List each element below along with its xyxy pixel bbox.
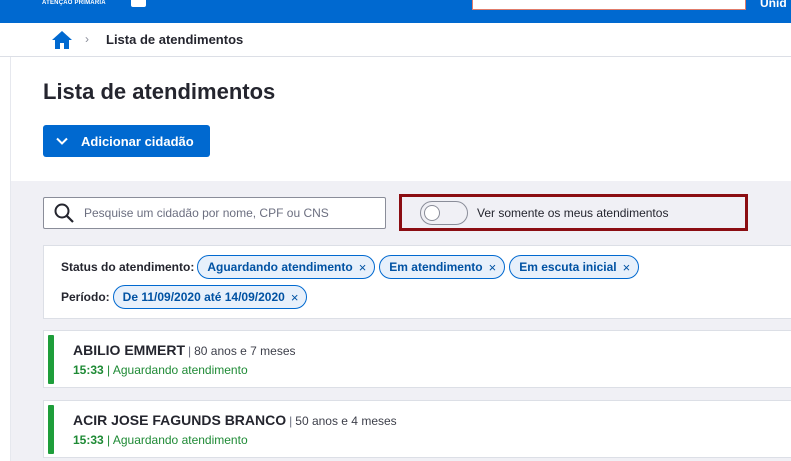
arrival-time: 15:33 [73, 363, 104, 377]
menu-icon[interactable] [131, 0, 146, 7]
home-icon[interactable] [51, 30, 73, 50]
period-filter-label: Período: [61, 290, 110, 304]
patient-status: Aguardando atendimento [112, 363, 248, 377]
active-filters: Status do atendimento: Aguardando atendi… [43, 245, 791, 319]
unit-label[interactable]: Unid [760, 0, 787, 10]
filter-chip-initial-listening: Em escuta inicial × [509, 255, 640, 279]
patient-status-line: 15:33 | Aguardando atendimento [73, 433, 248, 447]
my-appointments-toggle[interactable] [420, 200, 468, 225]
chip-label: Em atendimento [389, 260, 483, 274]
toggle-label[interactable]: Ver somente os meus atendimentos [477, 206, 668, 220]
citizen-search[interactable] [43, 197, 386, 229]
close-icon[interactable]: × [489, 260, 497, 275]
patient-status: Aguardando atendimento [112, 433, 248, 447]
breadcrumb-current: Lista de atendimentos [106, 32, 244, 47]
toggle-knob [424, 204, 440, 221]
content-area: Ver somente os meus atendimentos Status … [10, 181, 791, 461]
patient-age: 80 anos e 7 meses [194, 344, 296, 358]
chip-label: De 11/09/2020 até 14/09/2020 [122, 290, 285, 304]
global-search-input[interactable] [472, 0, 746, 10]
brand-subtitle: ATENÇÃO PRIMÁRIA [42, 0, 106, 6]
patient-name-line: ACIR JOSE FAGUNDS BRANCO | 50 anos e 4 mes… [73, 412, 397, 428]
breadcrumb: › Lista de atendimentos [0, 23, 791, 57]
list-item[interactable]: ACIR JOSE FAGUNDS BRANCO | 50 anos e 4 mes… [43, 400, 791, 458]
top-header: ATENÇÃO PRIMÁRIA Unid [0, 0, 791, 23]
filter-chip-waiting: Aguardando atendimento × [197, 255, 376, 279]
chevron-right-icon: › [85, 32, 89, 46]
separator: | [289, 414, 293, 428]
add-citizen-button[interactable]: Adicionar cidadão [43, 125, 210, 157]
status-indicator [48, 335, 54, 384]
close-icon[interactable]: × [291, 290, 299, 305]
patient-age: 50 anos e 4 meses [295, 414, 397, 428]
filter-chip-period: De 11/09/2020 até 14/09/2020 × [112, 285, 308, 309]
list-item[interactable]: ABILIO EMMERT | 80 anos e 7 meses 15:33 | … [43, 330, 791, 388]
page-title: Lista de atendimentos [43, 79, 276, 104]
patient-name-line: ABILIO EMMERT | 80 anos e 7 meses [73, 342, 296, 358]
status-filter-row: Status do atendimento: Aguardando atendi… [61, 255, 643, 279]
separator: | [107, 363, 111, 377]
page-header: Lista de atendimentos Adicionar cidadão [10, 57, 791, 181]
search-icon [54, 203, 74, 223]
patient-status-line: 15:33 | Aguardando atendimento [73, 363, 248, 377]
status-indicator [48, 405, 54, 454]
chip-label: Em escuta inicial [519, 260, 617, 274]
separator: | [107, 433, 111, 447]
arrival-time: 15:33 [73, 433, 104, 447]
patient-name: ACIR JOSE FAGUNDS BRANCO [73, 412, 287, 428]
period-filter-row: Período: De 11/09/2020 até 14/09/2020 × [61, 285, 311, 309]
chevron-down-icon [56, 137, 68, 145]
chip-label: Aguardando atendimento [207, 260, 353, 274]
close-icon[interactable]: × [359, 260, 367, 275]
status-filter-label: Status do atendimento: [61, 260, 195, 274]
filter-chip-in-progress: Em atendimento × [379, 255, 506, 279]
patient-name: ABILIO EMMERT [73, 342, 185, 358]
my-appointments-toggle-group: Ver somente os meus atendimentos [399, 194, 748, 231]
close-icon[interactable]: × [623, 260, 631, 275]
add-citizen-label: Adicionar cidadão [81, 133, 194, 149]
search-input[interactable] [84, 206, 374, 220]
separator: | [188, 344, 192, 358]
